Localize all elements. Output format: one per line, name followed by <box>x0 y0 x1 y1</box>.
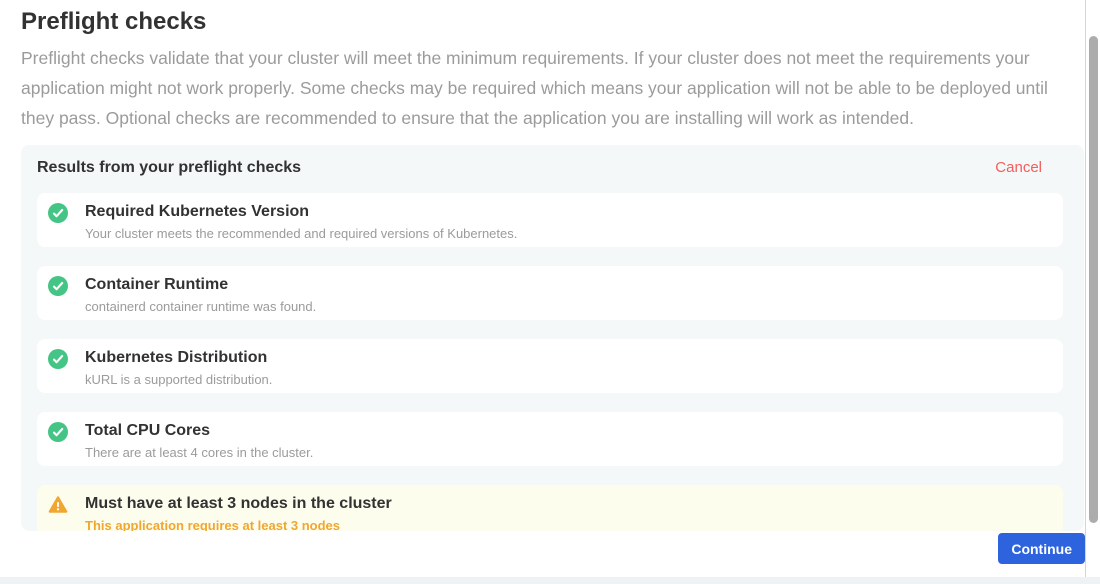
check-title: Container Runtime <box>85 275 316 294</box>
scrollbar-thumb[interactable] <box>1089 36 1098 523</box>
check-message: containerd container runtime was found. <box>85 299 316 314</box>
check-result-card: Must have at least 3 nodes in the cluste… <box>37 485 1063 531</box>
check-circle-icon <box>48 276 68 296</box>
check-circle-icon <box>48 422 68 442</box>
check-message: This application requires at least 3 nod… <box>85 518 392 531</box>
check-message: Your cluster meets the recommended and r… <box>85 226 517 241</box>
check-title: Total CPU Cores <box>85 421 313 440</box>
cancel-link[interactable]: Cancel <box>995 159 1042 176</box>
results-heading: Results from your preflight checks <box>37 159 301 177</box>
check-title: Required Kubernetes Version <box>85 202 517 221</box>
check-circle-icon <box>48 349 68 369</box>
check-result-card: Container Runtime containerd container r… <box>37 266 1063 320</box>
check-message: There are at least 4 cores in the cluste… <box>85 445 313 460</box>
warning-triangle-icon <box>48 495 68 515</box>
page-title: Preflight checks <box>21 0 1085 36</box>
check-list: Required Kubernetes Version Your cluster… <box>21 177 1084 531</box>
page-description: Preflight checks validate that your clus… <box>21 43 1067 133</box>
check-title: Must have at least 3 nodes in the cluste… <box>85 494 392 513</box>
continue-button[interactable]: Continue <box>998 533 1085 564</box>
preflight-results-panel: Results from your preflight checks Cance… <box>21 145 1084 531</box>
check-result-card: Kubernetes Distribution kURL is a suppor… <box>37 339 1063 393</box>
panel-header: Results from your preflight checks Cance… <box>21 145 1084 177</box>
preflight-page: Preflight checks Preflight checks valida… <box>21 0 1085 133</box>
check-result-card: Total CPU Cores There are at least 4 cor… <box>37 412 1063 466</box>
check-title: Kubernetes Distribution <box>85 348 272 367</box>
bottom-strip <box>0 577 1100 584</box>
check-message: kURL is a supported distribution. <box>85 372 272 387</box>
check-result-card: Required Kubernetes Version Your cluster… <box>37 193 1063 247</box>
footer-bar: Continue <box>0 531 1085 577</box>
scrollbar-track[interactable] <box>1085 0 1100 577</box>
check-circle-icon <box>48 203 68 223</box>
